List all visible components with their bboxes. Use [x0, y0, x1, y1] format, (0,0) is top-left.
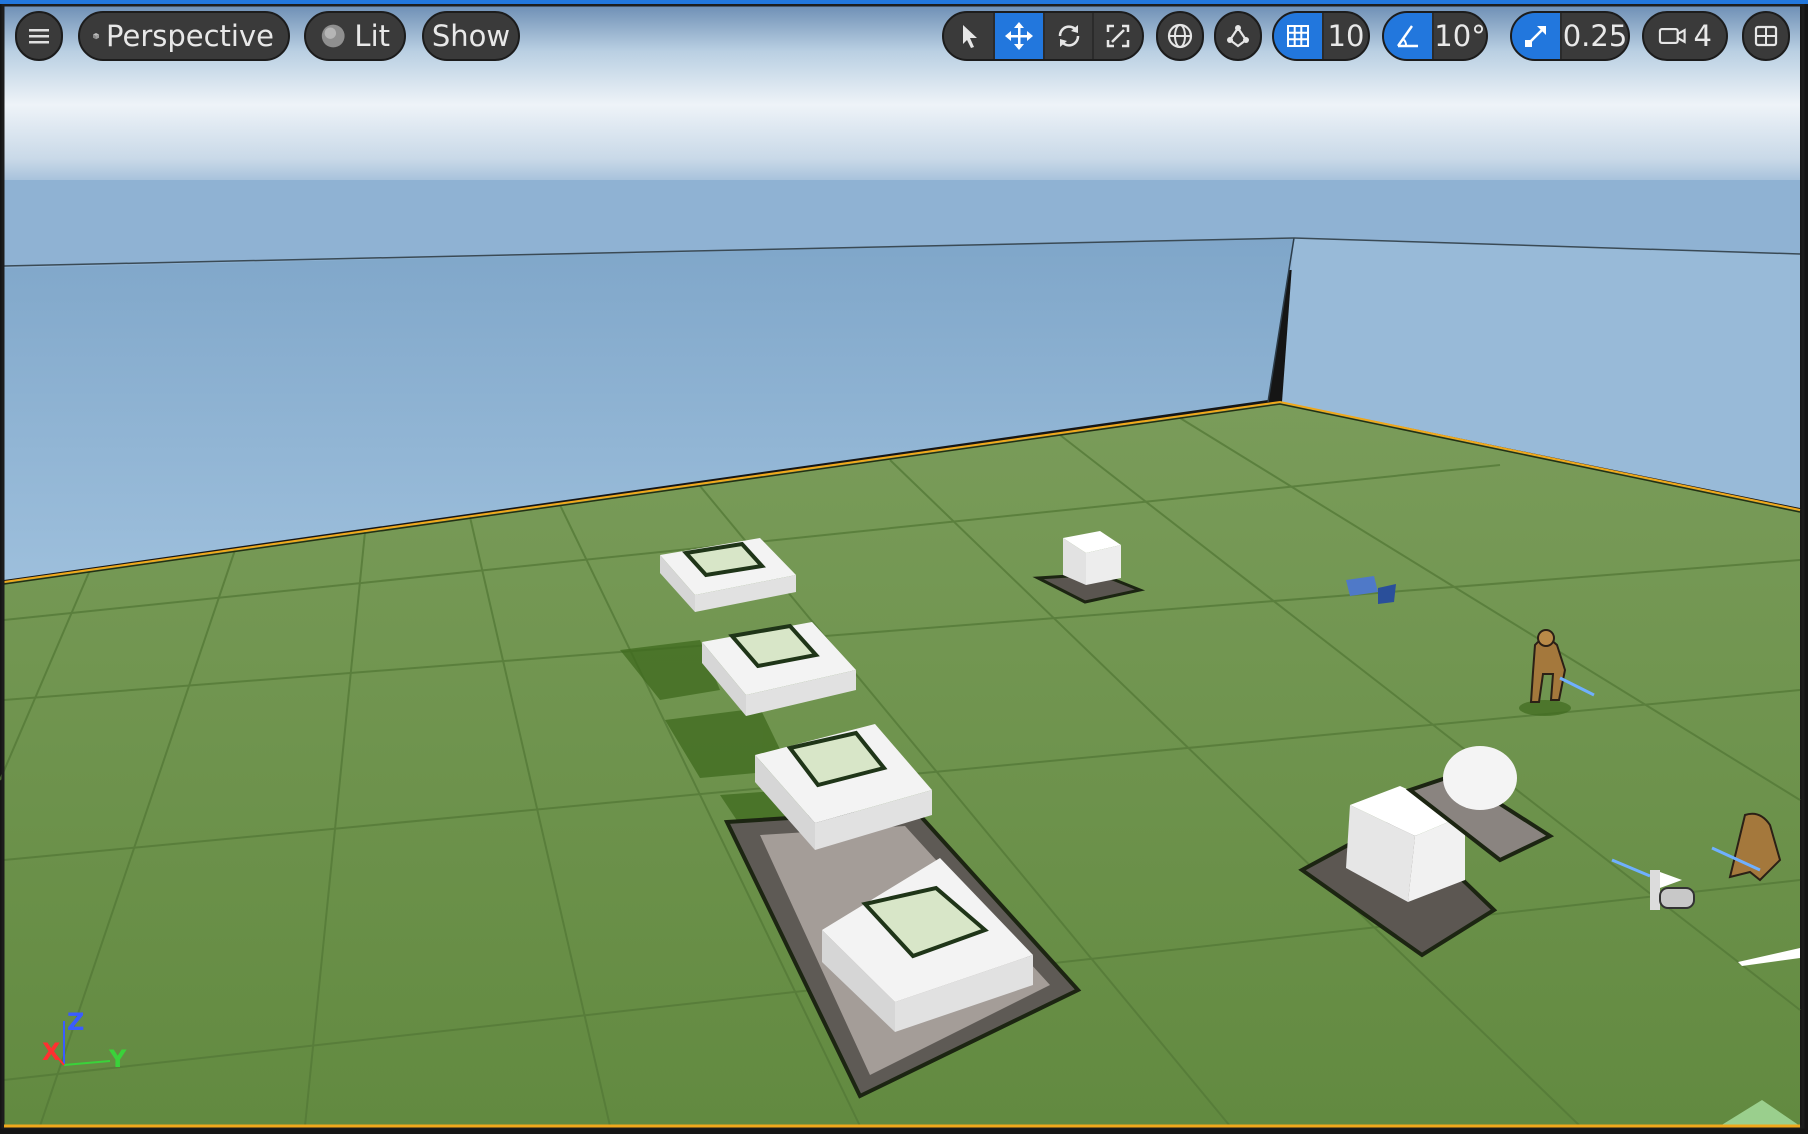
pointer-icon — [962, 25, 977, 48]
coordinate-space-button[interactable] — [1156, 11, 1204, 61]
lighting-mode-label: Lit — [354, 19, 390, 53]
translate-tool-button[interactable] — [993, 13, 1043, 59]
view-mode-label: Perspective — [106, 19, 274, 53]
show-flags-dropdown[interactable]: Show — [422, 11, 520, 61]
grid-icon — [1287, 25, 1309, 47]
scale-snap-value[interactable]: 0.25 — [1560, 13, 1628, 59]
level-viewport[interactable]: Perspective Lit Show 10 10° 0.25 4 Z Y X — [0, 0, 1808, 1134]
rotation-snap-control[interactable]: 10° — [1382, 11, 1488, 61]
hamburger-icon — [29, 29, 49, 44]
scale-icon — [1106, 24, 1130, 48]
show-label: Show — [431, 19, 511, 53]
grid-snap-toggle[interactable] — [1274, 13, 1322, 59]
rotate-icon — [1058, 25, 1079, 47]
transform-tools — [942, 11, 1144, 61]
select-tool-button[interactable] — [944, 13, 993, 59]
viewport-layout-icon — [1754, 25, 1778, 47]
grid-snap-control[interactable]: 10 — [1272, 11, 1370, 61]
camera-icon — [1658, 28, 1686, 44]
axis-x-label: X — [42, 1038, 61, 1066]
grid-snap-value[interactable]: 10 — [1322, 13, 1368, 59]
camera-speed-value: 4 — [1693, 19, 1712, 53]
scale-tool-button[interactable] — [1092, 13, 1142, 59]
axis-z-label: Z — [67, 1008, 85, 1036]
viewport-options-menu[interactable] — [15, 11, 63, 61]
scale-snap-value-label: 0.25 — [1562, 19, 1628, 53]
scene-render[interactable] — [0, 0, 1808, 1134]
scale-snap-icon — [1525, 26, 1546, 47]
surface-snapping-button[interactable] — [1214, 11, 1262, 61]
cube-icon — [93, 32, 100, 40]
viewport-layout-button[interactable] — [1742, 11, 1790, 61]
lighting-mode-dropdown[interactable]: Lit — [304, 11, 406, 61]
scale-snap-toggle[interactable] — [1512, 13, 1560, 59]
sphere-icon — [321, 24, 345, 48]
rotation-snap-value[interactable]: 10° — [1432, 13, 1486, 59]
rotate-tool-button[interactable] — [1042, 13, 1093, 59]
grid-snap-value-label: 10 — [1327, 19, 1365, 53]
axis-y-label: Y — [109, 1045, 127, 1073]
globe-icon — [1167, 23, 1193, 49]
move-arrows-icon — [1005, 22, 1034, 50]
rotation-snap-toggle[interactable] — [1384, 13, 1432, 59]
surface-snap-icon — [1227, 25, 1249, 48]
view-mode-dropdown[interactable]: Perspective — [78, 11, 290, 61]
scale-snap-control[interactable]: 0.25 — [1510, 11, 1630, 61]
camera-speed-control[interactable]: 4 — [1642, 11, 1728, 61]
angle-icon — [1397, 25, 1418, 48]
rotation-snap-value-label: 10° — [1434, 19, 1486, 53]
